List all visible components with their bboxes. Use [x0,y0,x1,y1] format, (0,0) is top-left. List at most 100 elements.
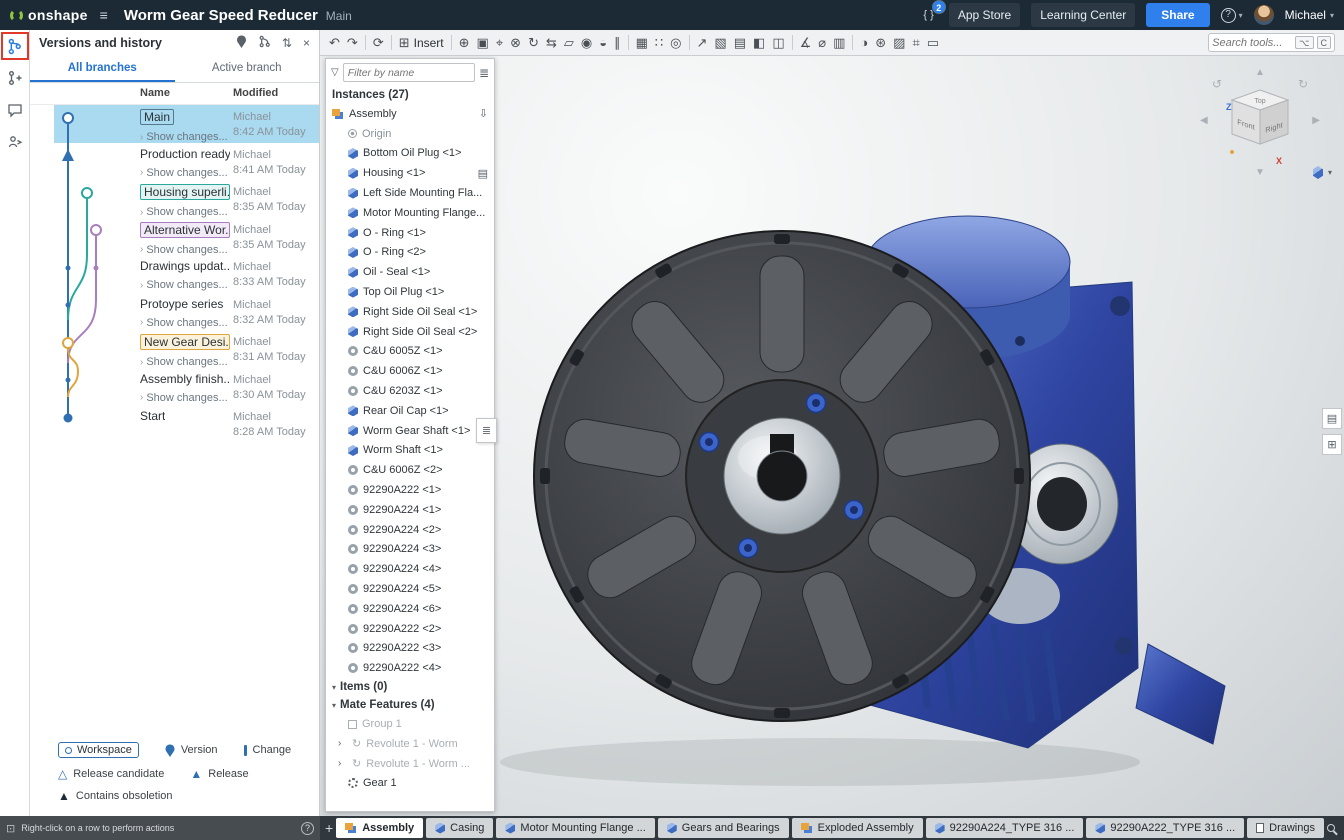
mate-features-section-header[interactable]: ▾ Mate Features (4) [326,696,494,714]
close-icon[interactable]: × [303,36,310,50]
branch-icon[interactable] [3,66,27,90]
instances-section-header[interactable]: Instances (27) [326,86,494,104]
instance-row[interactable]: C&U 6203Z <1> [326,381,494,401]
named-views-icon[interactable]: ▤ [734,36,746,49]
compare-icon[interactable]: ⇅ [282,36,292,50]
section-view-icon[interactable]: ◫ [772,36,784,49]
sheet-metal-icon[interactable]: ▨ [893,36,905,49]
instance-row[interactable]: Rear Oil Cap <1> [326,401,494,421]
view-down-arrow[interactable]: ▼ [1255,168,1265,178]
version-name[interactable]: Main [140,109,174,125]
create-branch-icon[interactable] [258,35,271,51]
filter-input[interactable] [343,63,475,82]
instance-row[interactable]: Housing <1>▤ [326,163,494,183]
tangent-mate-icon[interactable]: ◒ [599,36,607,49]
mate-feature-row[interactable]: › ↻ Revolute 1 - Worm ... [326,754,494,774]
tab-92290a224[interactable]: 92290A224_TYPE 316 ... [926,818,1084,838]
user-menu[interactable]: Michael ▾ [1285,8,1334,22]
share-button[interactable]: Share [1146,3,1209,27]
rotate-ccw-icon[interactable]: ↺ [1212,78,1222,90]
parallel-mate-icon[interactable]: ∥ [614,36,621,49]
learning-center-button[interactable]: Learning Center [1031,3,1135,27]
main-menu-icon[interactable]: ≡ [97,7,111,23]
drawing-icon[interactable]: ▭ [927,36,939,49]
appearance-icon[interactable]: ◑ [860,36,868,49]
expand-icon[interactable]: › [338,758,347,769]
download-icon[interactable]: ⇩ [479,107,488,120]
graphics-area[interactable]: ↺ ↻ ▲ ◀ ▶ ▼ Z X Top Front Right ▾ ▤ [320,56,1344,816]
assembly-root-row[interactable]: Assembly ⇩ [326,104,494,124]
instance-row[interactable]: O - Ring <2> [326,243,494,263]
mate-connector-icon[interactable]: ⌖ [496,36,503,49]
tab-drawings[interactable]: Drawings [1247,818,1324,838]
frame-icon[interactable]: ⌗ [912,36,919,49]
view-right-arrow[interactable]: ▶ [1312,116,1320,126]
items-section-header[interactable]: ▾ Items (0) [326,678,494,696]
instance-row[interactable]: Motor Mounting Flange... [326,203,494,223]
update-icon[interactable]: ⟳ [373,36,384,49]
onshape-logo[interactable]: onshape [10,7,88,23]
instance-row[interactable]: 92290A224 <2> [326,520,494,540]
version-name[interactable]: Production ready [140,147,230,161]
ball-mate-icon[interactable]: ◉ [581,36,592,49]
mass-properties-icon[interactable]: ⌀ [818,36,826,49]
instance-row[interactable]: Oil - Seal <1> [326,262,494,282]
circular-pattern-icon[interactable]: ◎ [670,36,681,49]
mate-feature-row[interactable]: Group 1 [326,714,494,734]
bom-icon[interactable]: ▥ [833,36,845,49]
flange-disc[interactable] [534,231,1030,721]
instance-row[interactable]: Top Oil Plug <1> [326,282,494,302]
tab-gears-and-bearings[interactable]: Gears and Bearings [658,818,789,838]
instance-row[interactable]: 92290A222 <3> [326,639,494,659]
group-icon[interactable]: ▣ [477,36,489,49]
add-tab-button[interactable]: + [325,820,333,836]
version-name[interactable]: Start [140,409,165,423]
undo-icon[interactable]: ↶ [329,36,340,49]
help-badge-icon[interactable]: ? [301,822,314,835]
view-options-button[interactable]: ▾ [1313,166,1332,179]
instance-row[interactable]: 92290A224 <5> [326,579,494,599]
app-store-button[interactable]: App Store [949,3,1020,27]
viewcube-top-label[interactable]: Top [1254,98,1265,105]
create-version-icon[interactable] [236,35,247,51]
filter-icon[interactable]: ▽ [331,67,339,78]
configurations-icon[interactable]: ⊛ [875,36,886,49]
version-name[interactable]: Drawings updat... [140,259,230,273]
updates-icon[interactable]: { } 2 [919,7,937,23]
bom-table-icon[interactable]: ▤ [1322,408,1342,429]
panel-collapse-handle[interactable]: ≣ [476,418,497,443]
list-options-icon[interactable]: ≣ [479,66,489,80]
planar-mate-icon[interactable]: ▱ [564,36,574,49]
linear-pattern-icon[interactable]: ∷ [655,36,663,49]
instance-row[interactable]: C&U 6006Z <1> [326,361,494,381]
in-context-panel-icon[interactable]: ⊞ [1322,434,1342,455]
tab-all-branches[interactable]: All branches [30,56,175,82]
redo-icon[interactable]: ↷ [347,36,358,49]
mate-feature-row[interactable]: › ↻ Revolute 1 - Worm [326,734,494,754]
insert-button[interactable]: ⊞ Insert [399,36,444,50]
mate-feature-row[interactable]: Gear 1 [326,774,494,794]
version-name[interactable]: Assembly finish... [140,372,230,386]
view-left-arrow[interactable]: ◀ [1200,116,1208,126]
version-name[interactable]: Alternative Wor... [140,222,230,238]
instance-row[interactable]: Left Side Mounting Fla... [326,183,494,203]
instance-row[interactable]: 92290A224 <4> [326,559,494,579]
measure-icon[interactable]: ∡ [800,36,812,49]
tab-motor-mounting-flange[interactable]: Motor Mounting Flange ... [496,818,654,838]
version-name[interactable]: New Gear Desi... [140,334,230,350]
instance-row[interactable]: 92290A222 <2> [326,619,494,639]
snapshot-icon[interactable]: ▧ [714,36,726,49]
instance-row[interactable]: C&U 6005Z <1> [326,342,494,362]
search-tabs-icon[interactable] [1327,824,1335,832]
mate-icon[interactable]: ⊕ [459,36,470,49]
origin-row[interactable]: Origin [326,124,494,144]
follow-mode-icon[interactable] [3,130,27,154]
instance-row[interactable]: 92290A224 <3> [326,540,494,560]
expand-icon[interactable]: › [338,738,347,749]
versions-history-icon[interactable] [3,34,27,58]
rotate-cw-icon[interactable]: ↻ [1298,78,1308,90]
in-context-icon[interactable]: ▤ [478,167,488,180]
instance-row[interactable]: Right Side Oil Seal <2> [326,322,494,342]
instance-row[interactable]: Worm Gear Shaft <1> [326,421,494,441]
instance-row[interactable]: C&U 6006Z <2> [326,460,494,480]
